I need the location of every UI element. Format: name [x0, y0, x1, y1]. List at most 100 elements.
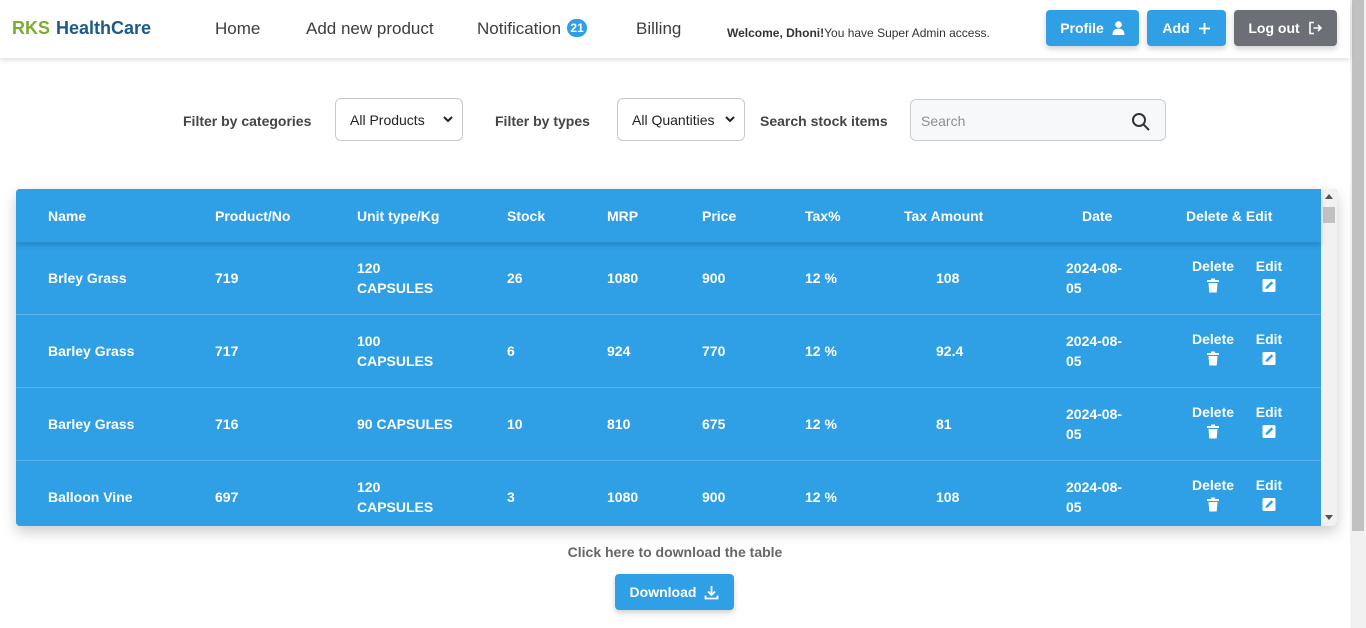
- cell-mrp: 1080: [607, 270, 639, 286]
- col-header-product-no: Product/No: [215, 208, 291, 224]
- cell-date: 2024-08- 05: [1066, 477, 1122, 517]
- edit-icon: [1262, 498, 1276, 511]
- cell-mrp: 924: [607, 343, 631, 359]
- chevron-down-icon: [443, 116, 453, 123]
- profile-button-label: Profile: [1060, 20, 1104, 36]
- search-box: [910, 99, 1166, 141]
- welcome-message: Welcome, Dhoni!You have Super Admin acce…: [727, 26, 990, 40]
- nav-billing-link[interactable]: Billing: [636, 19, 681, 39]
- delete-button[interactable]: Delete: [1192, 331, 1234, 366]
- cell-date: 2024-08- 05: [1066, 331, 1122, 371]
- cell-tax-percent: 12 %: [805, 416, 837, 432]
- cell-date-line1: 2024-08-: [1066, 406, 1123, 422]
- table-header: Name Product/No Unit type/Kg Stock MRP P…: [16, 189, 1321, 242]
- table-scrollbar-thumb[interactable]: [1323, 207, 1335, 223]
- category-select[interactable]: All Products: [335, 98, 463, 141]
- cell-tax-amount: 108: [936, 270, 960, 286]
- cell-product-no: 719: [215, 270, 239, 286]
- cell-name: Brley Grass: [48, 270, 127, 286]
- cell-date-line1: 2024-08-: [1066, 333, 1123, 349]
- cell-tax-percent: 12 %: [805, 270, 837, 286]
- table-row: Brley Grass 719 120 CAPSULES 26 1080 900 12 % 10…: [16, 242, 1321, 315]
- type-select-value: All Quantities: [632, 111, 715, 128]
- edit-label: Edit: [1255, 258, 1283, 274]
- brand-logo[interactable]: RKS HealthCare: [12, 18, 151, 39]
- scroll-up-arrow[interactable]: [1325, 194, 1333, 199]
- cell-unit-type: 120 CAPSULES: [357, 477, 433, 517]
- cell-stock: 6: [507, 343, 515, 359]
- edit-icon: [1262, 352, 1276, 365]
- edit-label: Edit: [1255, 404, 1283, 420]
- logout-button-label: Log out: [1248, 20, 1300, 36]
- table-row: Barley Grass 716 90 CAPSULES 10 810 675 12 % 81…: [16, 388, 1321, 461]
- col-header-price: Price: [702, 208, 737, 224]
- cell-product-no: 716: [215, 416, 239, 432]
- brand-part2: HealthCare: [56, 18, 152, 38]
- col-header-mrp: MRP: [607, 208, 639, 224]
- brand-part1: RKS: [12, 18, 51, 38]
- nav-home-link[interactable]: Home: [215, 19, 260, 39]
- plus-icon: [1198, 22, 1210, 34]
- download-button[interactable]: Download: [615, 574, 734, 610]
- cell-tax-amount: 81: [936, 416, 952, 432]
- cell-tax-percent: 12 %: [805, 489, 837, 505]
- cell-name: Barley Grass: [48, 416, 135, 432]
- category-select-value: All Products: [350, 111, 425, 128]
- download-button-label: Download: [629, 584, 697, 600]
- search-icon[interactable]: [1131, 112, 1151, 132]
- table-scrollbar[interactable]: [1321, 189, 1337, 526]
- edit-button[interactable]: Edit: [1252, 331, 1286, 366]
- nav-notification-link[interactable]: Notification 21: [477, 19, 588, 39]
- delete-button[interactable]: Delete: [1192, 477, 1234, 512]
- cell-unit-type-line2: CAPSULES: [357, 280, 434, 296]
- edit-icon: [1262, 279, 1276, 292]
- edit-button[interactable]: Edit: [1252, 477, 1286, 512]
- col-header-tax-amount: Tax Amount: [904, 208, 984, 224]
- stock-table: Name Product/No Unit type/Kg Stock MRP P…: [16, 189, 1337, 526]
- cell-unit-type-line1: 120: [357, 260, 381, 276]
- delete-button[interactable]: Delete: [1192, 404, 1234, 439]
- edit-button[interactable]: Edit: [1252, 258, 1286, 293]
- cell-tax-amount: 92.4: [936, 343, 964, 359]
- cell-date-line2: 05: [1066, 499, 1082, 515]
- trash-icon: [1207, 497, 1219, 512]
- download-icon: [705, 585, 719, 599]
- cell-date: 2024-08- 05: [1066, 404, 1122, 444]
- cell-tax-amount: 108: [936, 489, 960, 505]
- edit-label: Edit: [1255, 477, 1283, 493]
- cell-price: 675: [702, 416, 726, 432]
- col-header-name: Name: [48, 208, 87, 224]
- search-input[interactable]: [921, 110, 1121, 132]
- delete-label: Delete: [1192, 404, 1235, 420]
- edit-button[interactable]: Edit: [1252, 404, 1286, 439]
- type-filter-label: Filter by types: [495, 113, 590, 129]
- nav-add-product-link[interactable]: Add new product: [306, 19, 434, 39]
- cell-date-line2: 05: [1066, 426, 1082, 442]
- scroll-down-arrow[interactable]: [1325, 515, 1333, 520]
- user-icon: [1112, 21, 1125, 35]
- category-filter-label: Filter by categories: [183, 113, 312, 129]
- logout-button[interactable]: Log out: [1234, 10, 1337, 46]
- top-navbar: RKS HealthCare Home Add new product Notif…: [0, 0, 1350, 58]
- delete-button[interactable]: Delete: [1192, 258, 1234, 293]
- cell-unit-type-line2: CAPSULES: [357, 499, 434, 515]
- cell-stock: 26: [507, 270, 523, 286]
- cell-stock: 10: [507, 416, 523, 432]
- delete-label: Delete: [1192, 258, 1235, 274]
- type-select[interactable]: All Quantities: [617, 98, 745, 141]
- cell-date-line2: 05: [1066, 353, 1082, 369]
- trash-icon: [1207, 424, 1219, 439]
- col-header-unit-type: Unit type/Kg: [357, 208, 440, 224]
- add-button-label: Add: [1162, 20, 1190, 36]
- page-scrollbar-thumb[interactable]: [1352, 0, 1364, 531]
- add-button[interactable]: Add: [1147, 10, 1226, 46]
- page-scrollbar[interactable]: [1350, 0, 1366, 628]
- search-label: Search stock items: [760, 113, 888, 129]
- cell-date-line1: 2024-08-: [1066, 260, 1123, 276]
- cell-stock: 3: [507, 489, 515, 505]
- cell-tax-percent: 12 %: [805, 343, 837, 359]
- cell-unit-type-line1: 100: [357, 333, 381, 349]
- cell-date: 2024-08- 05: [1066, 258, 1122, 298]
- col-header-tax-percent: Tax%: [805, 208, 841, 224]
- profile-button[interactable]: Profile: [1046, 10, 1139, 46]
